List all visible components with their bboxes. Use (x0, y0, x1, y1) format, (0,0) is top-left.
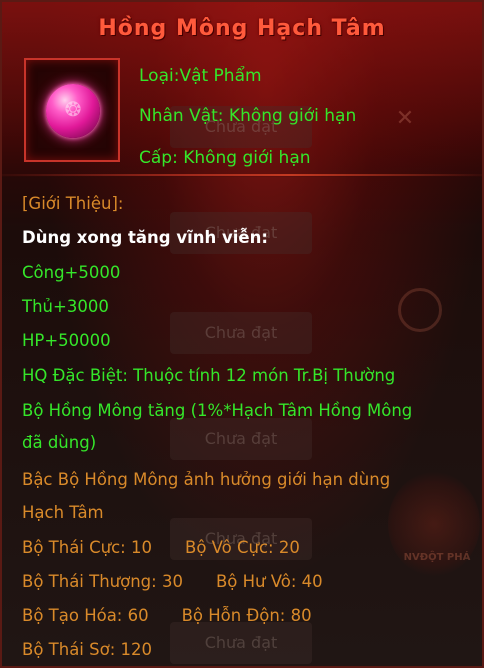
orb-icon: ❂ (46, 84, 100, 138)
item-level-limit: Cấp: Không giới hạn (139, 148, 311, 168)
limit-line-2: Hạch Tâm (22, 503, 104, 522)
limit-entry: Bộ Hỗn Độn: 80 (181, 606, 312, 625)
bg-refresh-icon (398, 288, 442, 332)
limit-entry: Bộ Thái Cực: 10 (22, 538, 152, 557)
limit-row: Bộ Tạo Hóa: 60 Bộ Hỗn Độn: 80 (22, 606, 312, 625)
bg-status-button-6: Chưa đạt (170, 622, 312, 664)
stat-defense: Thủ+3000 (22, 297, 109, 316)
set-bonus-line-1: Bộ Hồng Mông tăng (1%*Hạch Tâm Hồng Mông (22, 401, 413, 420)
item-type: Loại:Vật Phẩm (139, 66, 262, 86)
bg-close-icon: ✕ (395, 106, 415, 131)
use-note: Dùng xong tăng vĩnh viễn: (22, 228, 268, 247)
limit-row: Bộ Thái Cực: 10 Bộ Vô Cực: 20 (22, 538, 300, 557)
item-title: Hồng Mông Hạch Tâm (98, 16, 386, 41)
limit-row: Bộ Thái Sơ: 120 (22, 640, 152, 659)
limit-entry: Bộ Hư Vô: 40 (215, 572, 323, 591)
limit-row: Bộ Thái Thượng: 30 Bộ Hư Vô: 40 (22, 572, 323, 591)
limit-entry: Bộ Tạo Hóa: 60 (22, 606, 149, 625)
stat-attack: Công+5000 (22, 263, 121, 282)
stat-hp: HP+50000 (22, 331, 111, 350)
item-character-limit: Nhân Vật: Không giới hạn (139, 106, 357, 126)
limit-entry: Bộ Vô Cực: 20 (185, 538, 300, 557)
limit-line-1: Bậc Bộ Hồng Mông ảnh hưởng giới hạn dùng (22, 470, 391, 489)
limit-entry: Bộ Thái Thượng: 30 (22, 572, 183, 591)
bg-status-button-3: Chưa đạt (170, 312, 312, 354)
item-tooltip: Chưa đạt Chưa đạt Chưa đạt Chưa đạt Chưa… (0, 0, 484, 668)
intro-heading: [Giới Thiệu]: (22, 194, 124, 213)
special-effect: HQ Đặc Biệt: Thuộc tính 12 món Tr.Bị Thư… (22, 366, 396, 385)
item-icon-frame: ❂ (24, 58, 120, 162)
set-bonus-line-2: đã dùng) (22, 433, 97, 452)
limit-entry: Bộ Thái Sơ: 120 (22, 640, 153, 659)
bg-status-button-4: Chưa đạt (170, 418, 312, 460)
bg-emblem-text: NVĐỘT PHÁ (403, 552, 471, 563)
header-divider (2, 174, 482, 176)
